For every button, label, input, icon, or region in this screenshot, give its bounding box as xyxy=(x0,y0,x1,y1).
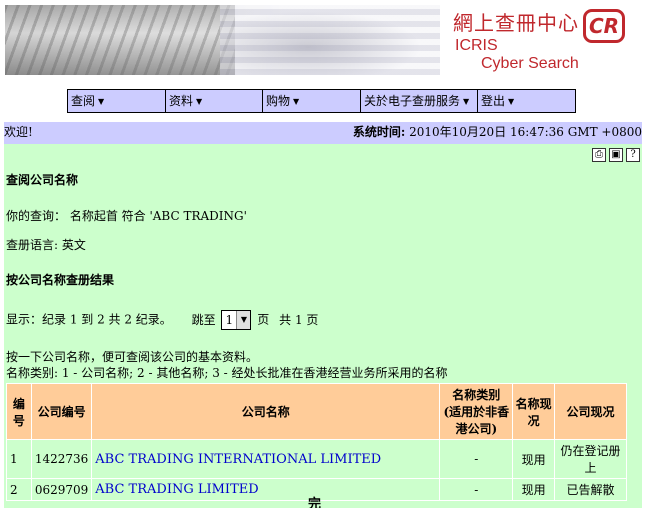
row-name-category: - xyxy=(439,439,514,479)
page-title: 查阅公司名称 xyxy=(6,173,79,187)
categories-text: 名称类别: 1 - 公司名称; 2 - 其他名称; 3 - 经处长批准在香港经营… xyxy=(6,366,448,380)
query-text: 你的查询： 名称起首 符合 'ABC TRADING' xyxy=(6,209,247,223)
language-text: 查册语言: 英文 xyxy=(6,238,86,252)
page-total: 共 1 页 xyxy=(279,312,319,327)
row-number: 1 xyxy=(6,439,32,479)
results-table: 编号 公司编号 公司名称 名称类别 (适用於非香港公司) 名称现况 公司现况 1… xyxy=(6,383,628,501)
page-suffix: 页 xyxy=(257,312,270,327)
caret-down-icon: ▼ xyxy=(196,97,203,106)
system-time-value: 2010年10月20日 16:47:36 GMT +0800 xyxy=(409,125,642,139)
system-time-label: 系统时间: xyxy=(352,125,406,139)
save-icon[interactable]: ▣ xyxy=(609,148,623,162)
hint-text: 按一下公司名称，便可查阅该公司的基本资料。 xyxy=(6,350,259,364)
col-company-number: 公司编号 xyxy=(30,383,93,440)
results-heading: 按公司名称查册结果 xyxy=(6,273,115,287)
caret-down-icon: ▼ xyxy=(98,97,105,106)
row-name-status: 现用 xyxy=(512,439,555,479)
row-company-status: 仍在登记册上 xyxy=(553,439,628,479)
banner-chinese-title: 網上查冊中心 xyxy=(453,11,579,35)
menu-search-label: 查阅 xyxy=(71,94,96,108)
row-company-number: 1422736 xyxy=(30,439,93,479)
menu-about-label: 关於电子查册服务 xyxy=(364,94,461,108)
caret-down-icon: ▼ xyxy=(463,97,470,106)
menu-logout[interactable]: 登出 ▼ xyxy=(478,90,575,112)
welcome-text: 欢迎! xyxy=(4,125,33,139)
col-company-name: 公司名称 xyxy=(91,383,441,440)
caret-down-icon: ▼ xyxy=(293,97,300,106)
row-company-name: ABC TRADING INTERNATIONAL LIMITED xyxy=(91,439,441,479)
jump-label: 跳至 xyxy=(191,312,216,327)
banner-photo-left xyxy=(5,5,235,75)
banner-photo-right xyxy=(220,5,440,75)
display-text: 显示：纪录 1 到 2 共 2 纪录。 xyxy=(6,312,172,327)
help-icon[interactable]: ? xyxy=(626,148,640,162)
company-name-link[interactable]: ABC TRADING INTERNATIONAL LIMITED xyxy=(95,452,381,467)
print-icon[interactable]: ⎙ xyxy=(592,148,606,162)
caret-down-icon: ▼ xyxy=(508,97,515,106)
toolbar-icons: ⎙ ▣ ? xyxy=(592,148,640,162)
table-row: 1 1422736 ABC TRADING INTERNATIONAL LIMI… xyxy=(6,439,628,479)
welcome-bar: 欢迎! 系统时间: 2010年10月20日 16:47:36 GMT +0800 xyxy=(4,122,642,144)
menu-information-label: 资料 xyxy=(169,94,194,108)
system-time: 系统时间: 2010年10月20日 16:47:36 GMT +0800 xyxy=(353,122,642,142)
main-menu: 查阅 ▼ 资料 ▼ 购物 ▼ 关於电子查册服务 ▼ 登出 ▼ xyxy=(67,89,576,113)
menu-information[interactable]: 资料 ▼ xyxy=(166,90,263,112)
menu-logout-label: 登出 xyxy=(481,94,506,108)
menu-search[interactable]: 查阅 ▼ xyxy=(68,90,166,112)
cr-logo: CR xyxy=(583,9,625,43)
menu-shopping-label: 购物 xyxy=(266,94,291,108)
chevron-down-icon: ▼ xyxy=(236,311,251,329)
page-select-value: 1 xyxy=(225,313,234,327)
site-banner: 網上查冊中心 CR ICRIS Cyber Search Centre xyxy=(5,5,625,75)
end-marker: 完 xyxy=(307,497,321,508)
banner-subtitle: Cyber Search Centre xyxy=(481,55,579,75)
menu-about[interactable]: 关於电子查册服务 ▼ xyxy=(361,90,478,112)
page-select[interactable]: 1 ▼ xyxy=(221,310,252,330)
col-name-status: 名称现况 xyxy=(512,383,555,440)
col-number: 编号 xyxy=(6,383,32,440)
menu-shopping[interactable]: 购物 ▼ xyxy=(263,90,361,112)
col-company-status: 公司现况 xyxy=(553,383,628,440)
banner-icris: ICRIS xyxy=(455,37,498,54)
table-header-row: 编号 公司编号 公司名称 名称类别 (适用於非香港公司) 名称现况 公司现况 xyxy=(6,383,628,440)
col-name-category: 名称类别 (适用於非香港公司) xyxy=(439,383,514,440)
pagination-row: 显示：纪录 1 到 2 共 2 纪录。 跳至 1 ▼ 页 共 1 页 xyxy=(6,310,318,330)
content-area: ⎙ ▣ ? 查阅公司名称 你的查询： 名称起首 符合 'ABC TRADING'… xyxy=(4,144,642,508)
